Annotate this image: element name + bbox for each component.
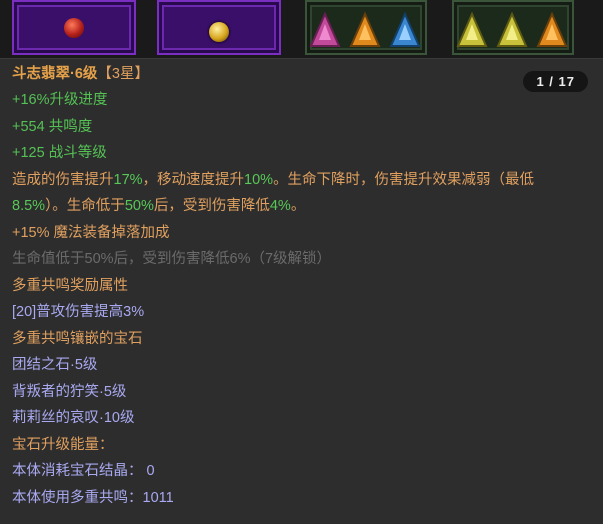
gem-title: 斗志翡翠·6级【3星】 <box>12 64 149 85</box>
bonus-combat: +125 战斗等级 <box>12 145 107 161</box>
socketed-header: 多重共鸣镶嵌的宝石 <box>12 331 143 347</box>
gem-slot-strip <box>0 0 603 58</box>
bonus-upgrade: +16%升级进度 <box>12 92 108 108</box>
gem-stars: 【3星】 <box>97 66 149 82</box>
gem-slot-2[interactable] <box>157 0 281 55</box>
gem-tooltip: 1 / 17 斗志翡翠·6级【3星】 +16%升级进度 +554 共鸣度 +12… <box>0 58 603 524</box>
gem-name: 斗志翡翠·6级 <box>12 66 98 82</box>
resonance-bonus: [20]普攻伤害提高3% <box>12 304 145 320</box>
socketed-gem-2: 背叛者的狞笑·5级 <box>12 384 127 400</box>
energy-resonance: 本体使用多重共鸣：1011 <box>12 490 174 506</box>
red-gem-icon <box>64 18 84 38</box>
gem-slot-1[interactable] <box>12 0 136 55</box>
effect-line-2: 8.5%）。生命低于50%后，受到伤害降低4%。 <box>12 198 306 214</box>
gold-gem-icon <box>209 22 229 42</box>
tri-gem-set-icon <box>456 11 568 47</box>
energy-consumed: 本体消耗宝石结晶： 0 <box>12 463 155 479</box>
locked-effect: 生命值低于50%后，受到伤害降低6%（7级解锁） <box>12 251 332 267</box>
bonus-resonance: +554 共鸣度 <box>12 119 93 135</box>
effect-line-1: 造成的伤害提升17%，移动速度提升10%。生命下降时，伤害提升效果减弱（最低 <box>12 172 535 188</box>
gem-slot-3[interactable] <box>305 0 427 55</box>
socketed-gem-3: 莉莉丝的哀叹·10级 <box>12 410 135 426</box>
resonance-header: 多重共鸣奖励属性 <box>12 278 128 294</box>
magic-find-bonus: +15% 魔法装备掉落加成 <box>12 225 170 241</box>
socketed-gem-1: 团结之石·5级 <box>12 357 98 373</box>
tri-gem-set-icon <box>309 11 421 47</box>
energy-header: 宝石升级能量： <box>12 437 114 453</box>
page-counter: 1 / 17 <box>523 71 588 92</box>
gem-slot-4[interactable] <box>452 0 574 55</box>
